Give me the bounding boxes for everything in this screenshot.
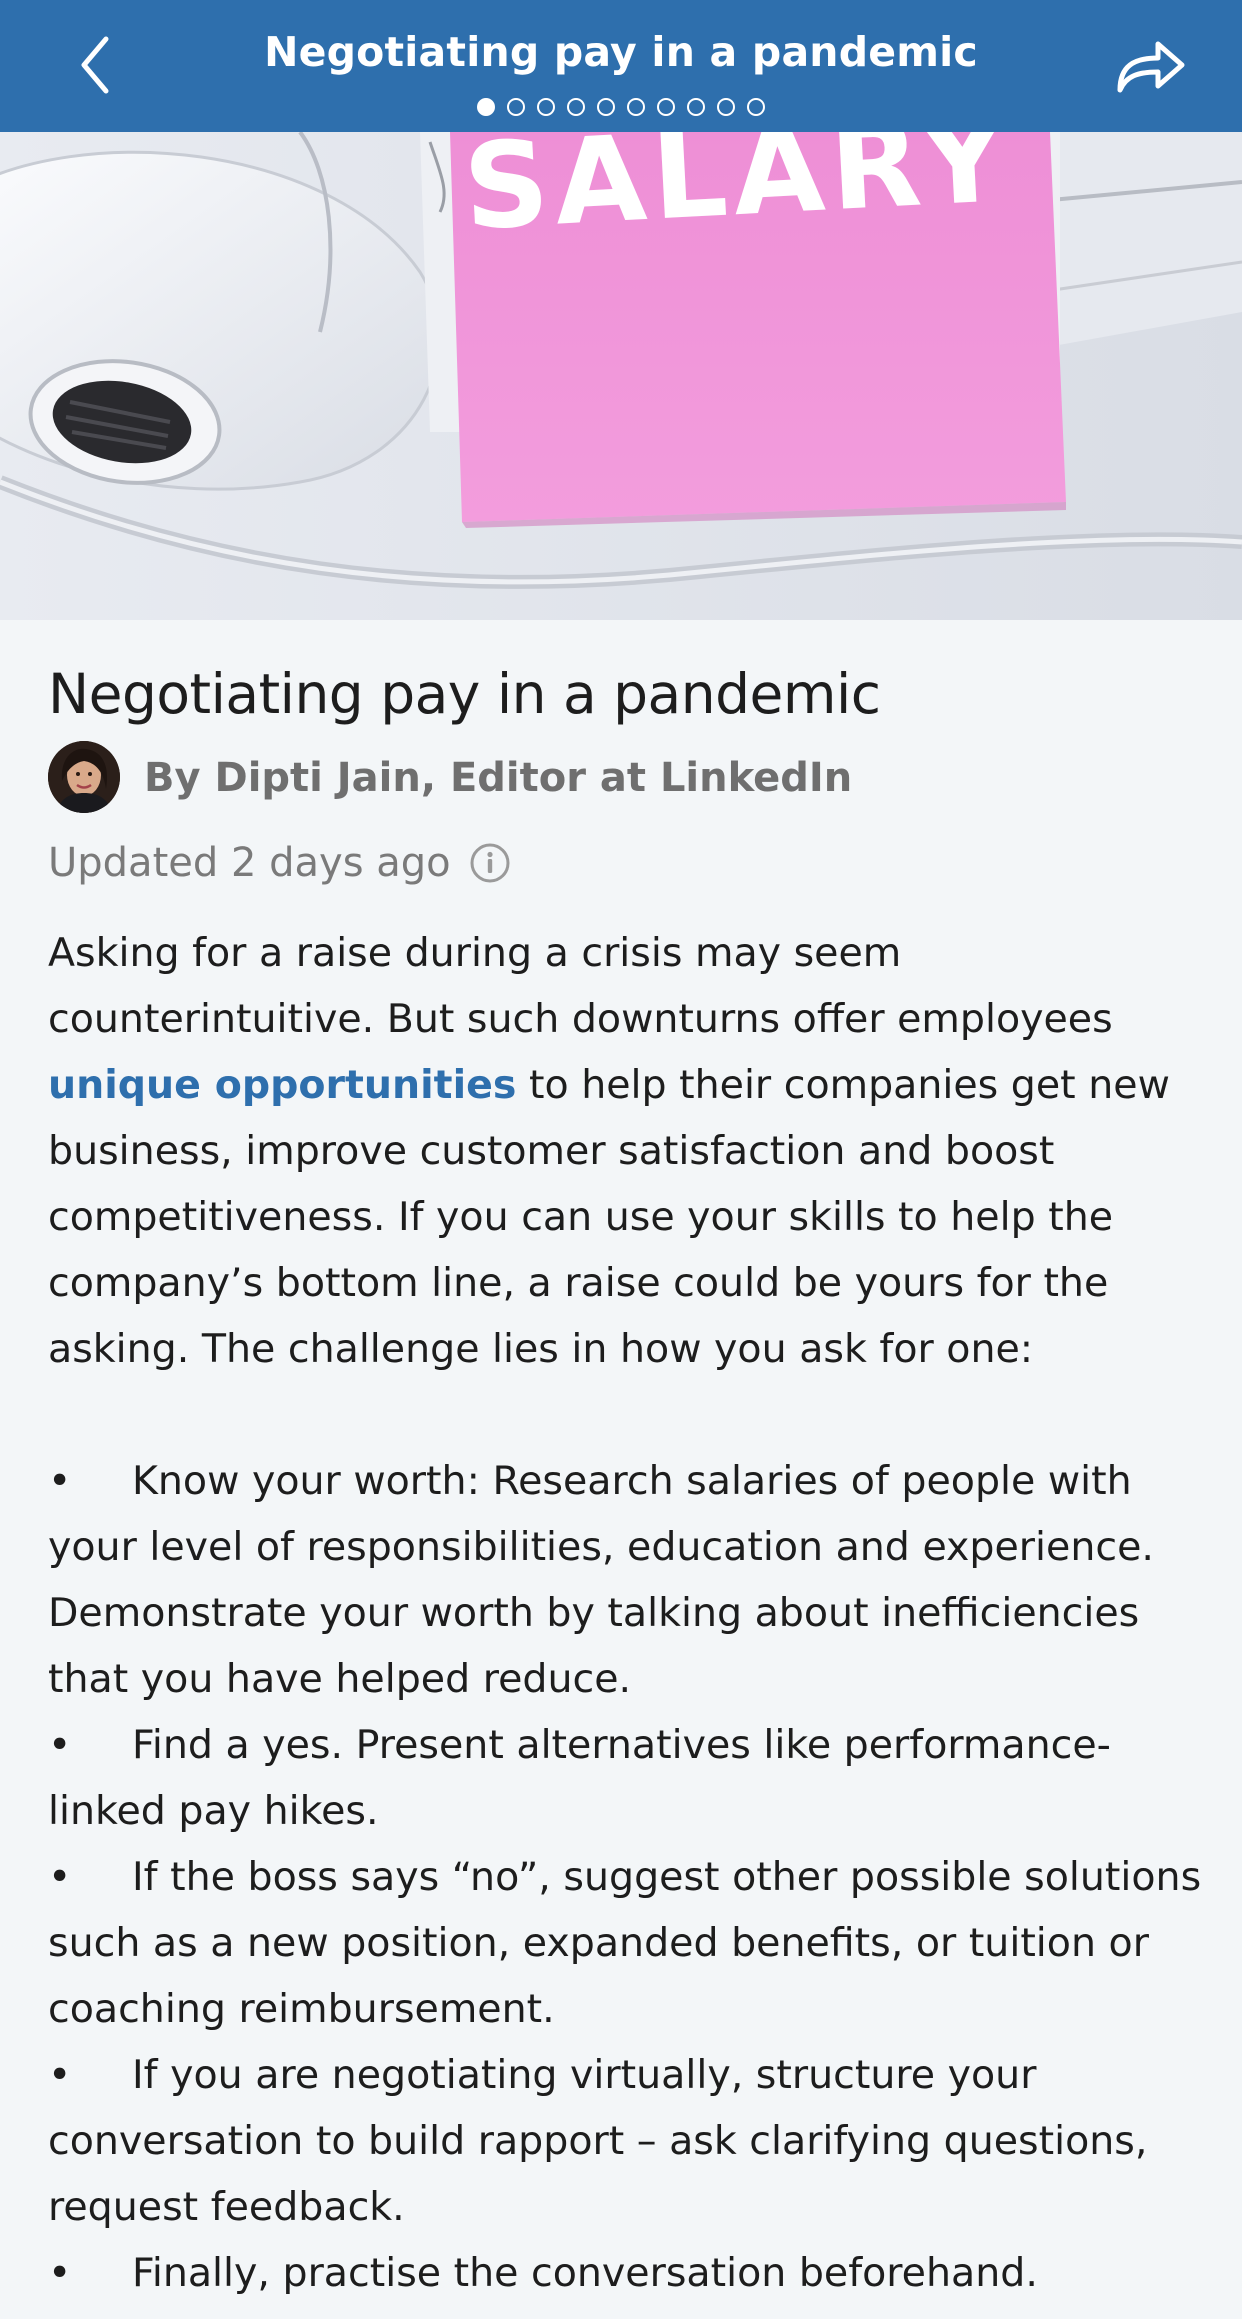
share-button[interactable]	[1110, 30, 1190, 100]
bullet-item: • If you are negotiating virtually, struc…	[48, 2042, 1208, 2108]
bullet-symbol: •	[48, 2052, 72, 2098]
bullet-text: If the boss says “no”, suggest other pos…	[132, 1854, 1202, 1900]
bullet-symbol: •	[48, 2250, 72, 2296]
body-line: company’s bottom line, a raise could be …	[48, 1260, 1109, 1306]
author-avatar[interactable]	[48, 741, 120, 813]
page-dot	[687, 98, 705, 116]
bullet-continuation: Demonstrate your worth by talking about …	[48, 1590, 1140, 1636]
bullet-continuation: coaching reimbursement.	[48, 1986, 555, 2032]
page-dot	[477, 98, 495, 116]
page-dot	[507, 98, 525, 116]
page-dot	[747, 98, 765, 116]
article-body: Asking for a raise during a crisis may s…	[48, 920, 1208, 2306]
info-icon[interactable]	[469, 842, 511, 884]
bullet-list: • Know your worth: Research salaries of p…	[48, 1448, 1208, 2306]
bullet-text: Find a yes. Present alternatives like pe…	[132, 1722, 1111, 1768]
updated-text: Updated 2 days ago	[48, 840, 451, 886]
hero-illustration: SALARY	[0, 132, 1242, 620]
bullet-item: • Find a yes. Present alternatives like p…	[48, 1712, 1208, 1778]
bullet-continuation: conversation to build rapport – ask clar…	[48, 2118, 1148, 2164]
bullet-item: • If the boss says “no”, suggest other po…	[48, 1844, 1208, 1910]
page-dot	[657, 98, 675, 116]
body-line: competitiveness. If you can use your ski…	[48, 1194, 1114, 1240]
bullet-symbol: •	[48, 1458, 72, 1504]
body-line: business, improve customer satisfaction …	[48, 1128, 1055, 1174]
body-line: counterintuitive. But such downturns off…	[48, 996, 1113, 1042]
bullet-continuation: such as a new position, expanded benefit…	[48, 1920, 1149, 1966]
page-indicator	[0, 98, 1242, 116]
updated-row: Updated 2 days ago	[48, 840, 511, 886]
bullet-continuation: that you have helped reduce.	[48, 1656, 632, 1702]
bullet-continuation: your level of responsibilities, educatio…	[48, 1524, 1154, 1570]
unique-opportunities-link[interactable]: unique opportunities	[48, 1062, 516, 1108]
header-title: Negotiating pay in a pandemic	[264, 28, 978, 76]
body-line: asking. The challenge lies in how you as…	[48, 1326, 1034, 1372]
body-line-rest: to help their companies get new	[516, 1062, 1170, 1108]
bullet-continuation: request feedback.	[48, 2184, 405, 2230]
bullet-continuation: linked pay hikes.	[48, 1788, 379, 1834]
hero-image: SALARY	[0, 132, 1242, 620]
page-dot	[627, 98, 645, 116]
bullet-text: Know your worth: Research salaries of pe…	[132, 1458, 1132, 1504]
bullet-symbol: •	[48, 1854, 72, 1900]
page-dot	[717, 98, 735, 116]
bullet-text: Finally, practise the conversation befor…	[132, 2250, 1038, 2296]
author-byline[interactable]: By Dipti Jain, Editor at LinkedIn	[144, 755, 852, 801]
bullet-item: • Know your worth: Research salaries of p…	[48, 1448, 1208, 1514]
page-dot	[567, 98, 585, 116]
top-bar: Negotiating pay in a pandemic	[0, 0, 1242, 132]
share-arrow-icon	[1117, 41, 1185, 93]
page-dot	[537, 98, 555, 116]
avatar-image	[48, 741, 120, 813]
article-title: Negotiating pay in a pandemic	[48, 662, 881, 726]
page-dot	[597, 98, 615, 116]
bullet-text: If you are negotiating virtually, struct…	[132, 2052, 1037, 2098]
body-line: Asking for a raise during a crisis may s…	[48, 930, 902, 976]
body-line: unique opportunities to help their compa…	[48, 1052, 1208, 1118]
bullet-item: • Finally, practise the conversation befo…	[48, 2240, 1208, 2306]
bullet-symbol: •	[48, 1722, 72, 1768]
